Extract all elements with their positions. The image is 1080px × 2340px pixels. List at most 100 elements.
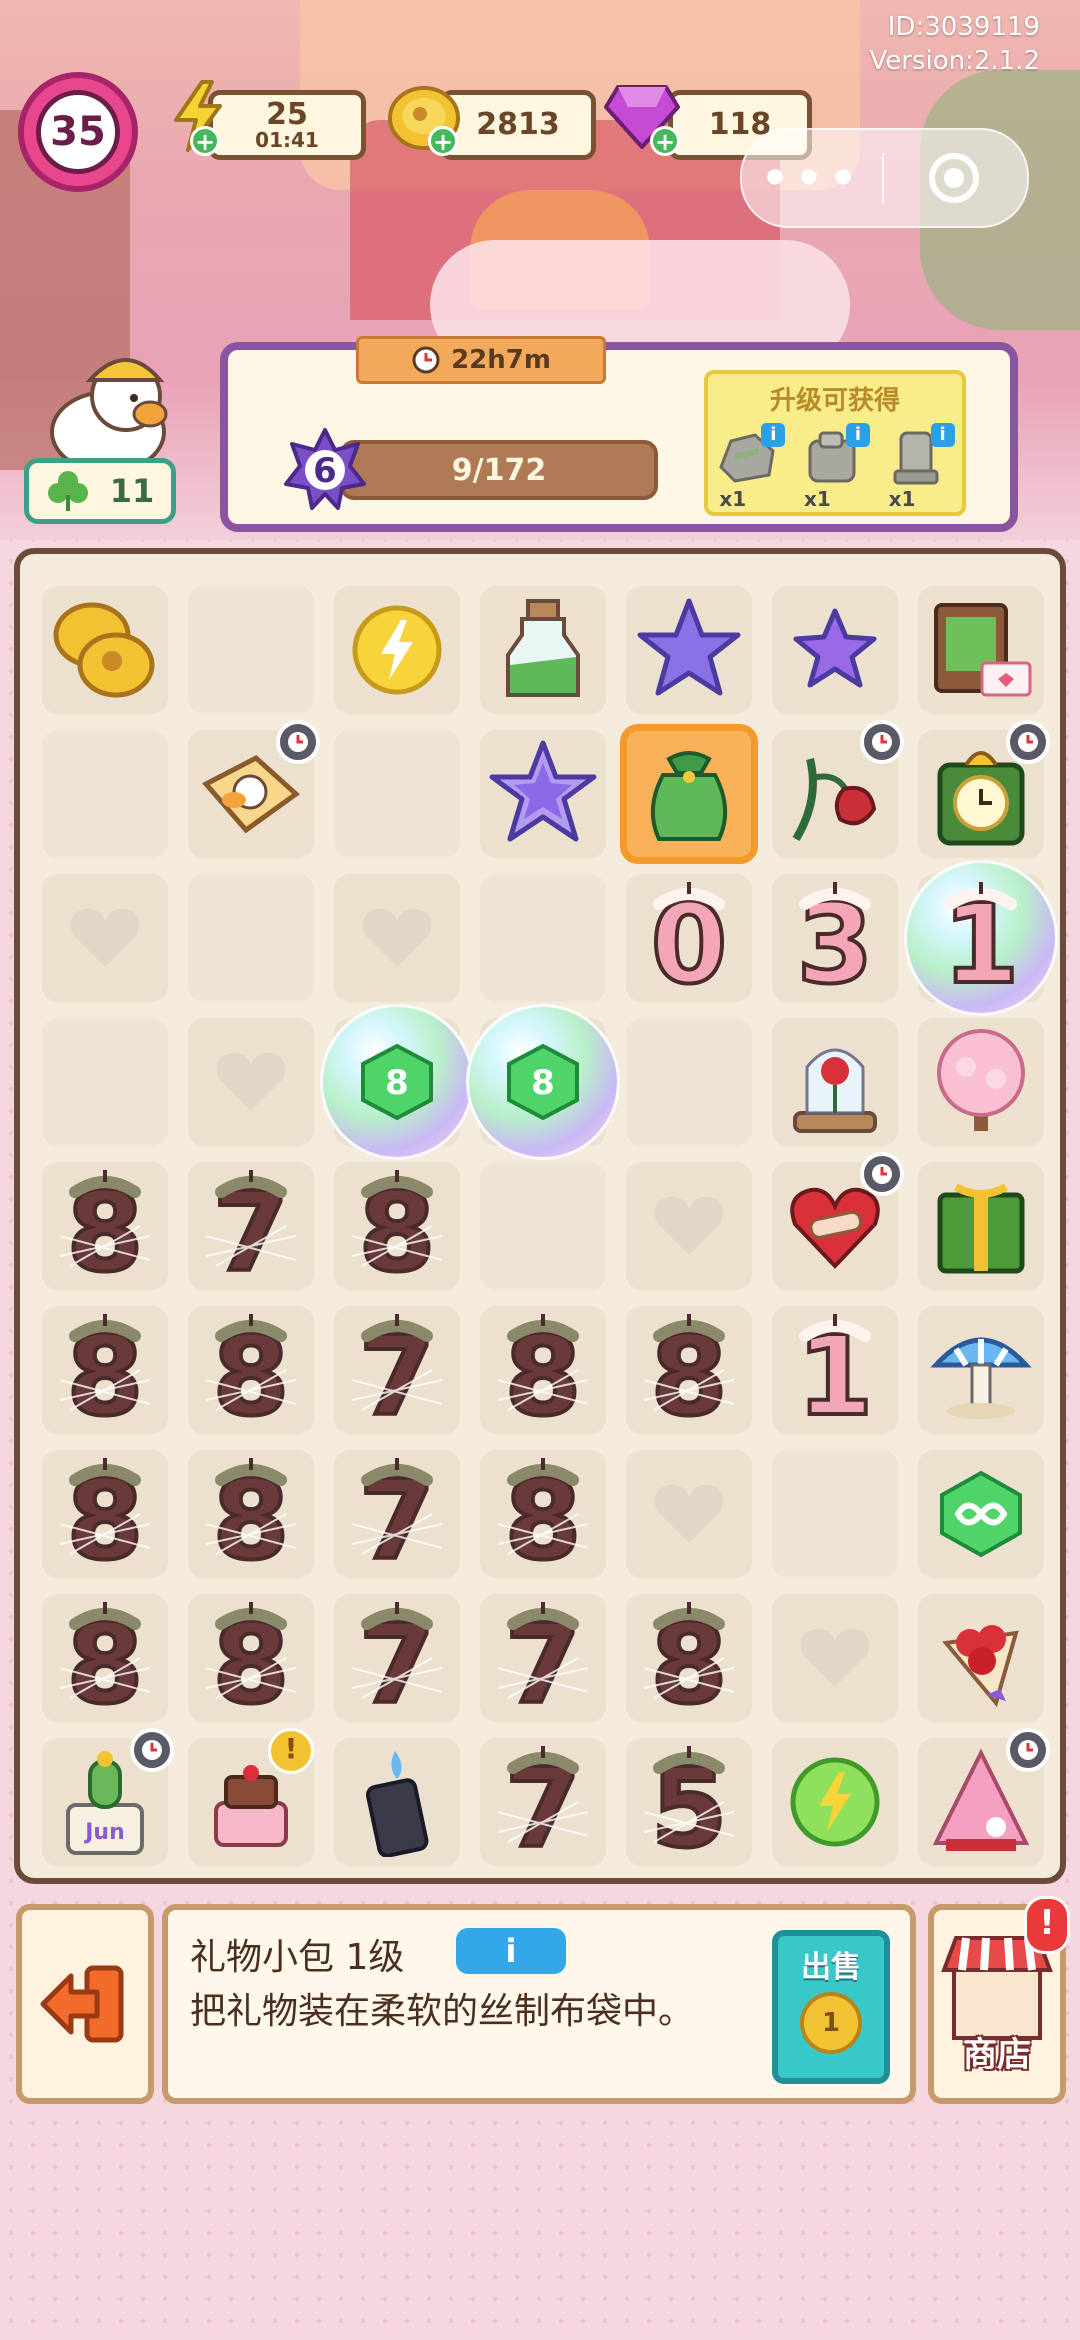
board-item-gem-8-bubble[interactable]: 8 xyxy=(320,1004,474,1160)
board-item-web-candle-7[interactable]: 7 xyxy=(334,1306,460,1434)
board-item-number-candle-3[interactable]: 3 xyxy=(772,874,898,1002)
board-item-heart-slot[interactable] xyxy=(188,1018,314,1146)
board-item-gem-8-bubble[interactable]: 8 xyxy=(466,1004,620,1160)
board-item-web-candle-7[interactable]: 7 xyxy=(334,1450,460,1578)
board-item-web-candle-5[interactable]: 5 xyxy=(626,1738,752,1866)
blue-mushroom-lamp-icon xyxy=(918,1306,1044,1434)
board-item-infinity-gem[interactable] xyxy=(918,1450,1044,1578)
add-energy-button[interactable]: + xyxy=(190,126,220,156)
board-cell-empty[interactable] xyxy=(334,730,460,858)
board-item-web-candle-8[interactable]: 8 xyxy=(42,1162,168,1290)
board-cell-empty[interactable] xyxy=(42,1018,168,1146)
svg-text:8: 8 xyxy=(531,1063,555,1103)
board-item-number-candle-1-bubble[interactable]: 1 xyxy=(904,860,1058,1016)
board-item-blue-mushroom-lamp[interactable] xyxy=(918,1306,1044,1434)
board-item-cactus-pot-timer[interactable]: Jun xyxy=(42,1728,174,1866)
board-item-green-present[interactable] xyxy=(918,1162,1044,1290)
board-item-web-candle-8[interactable]: 8 xyxy=(188,1306,314,1434)
shop-button[interactable]: 商店 ! xyxy=(928,1896,1070,2104)
board-item-web-candle-8[interactable]: 8 xyxy=(188,1594,314,1722)
board-item-web-candle-8[interactable]: 8 xyxy=(480,1306,606,1434)
reward-rubble[interactable]: i x1 xyxy=(800,423,870,511)
board-item-web-candle-8[interactable]: 8 xyxy=(334,1162,460,1290)
board-cell-empty[interactable] xyxy=(188,874,314,1002)
board-item-purple-star-small[interactable] xyxy=(772,586,898,714)
board-item-heart-slot[interactable] xyxy=(626,1162,752,1290)
board-item-wilted-rose-timer[interactable] xyxy=(772,720,904,858)
add-gems-button[interactable]: + xyxy=(650,126,680,156)
board-item-rose-dome[interactable] xyxy=(772,1018,898,1146)
board-item-birthday-cake-alert[interactable]: ! xyxy=(188,1728,314,1866)
board-item-potion-bottle[interactable] xyxy=(480,586,606,714)
reward-info-icon[interactable]: i xyxy=(761,423,786,447)
board-cell-empty[interactable] xyxy=(626,1018,752,1146)
blossom-tree-icon xyxy=(918,1018,1044,1146)
board-item-coin-stack[interactable] xyxy=(42,586,168,714)
upgrade-rewards: 升级可获得 i x1 i x1 i x1 xyxy=(704,370,966,516)
board-item-rose-bouquet[interactable] xyxy=(918,1594,1044,1722)
board-item-number-candle-0[interactable]: 0 xyxy=(626,874,752,1002)
board-item-green-clock-timer[interactable] xyxy=(918,720,1050,858)
sell-button[interactable]: 出售 1 xyxy=(772,1930,890,2084)
duck-worker[interactable] xyxy=(30,340,180,474)
board-item-web-candle-8[interactable]: 8 xyxy=(42,1594,168,1722)
item-info-button[interactable]: i xyxy=(456,1928,566,1974)
more-menu-button[interactable]: ••• xyxy=(742,153,882,204)
add-coins-button[interactable]: + xyxy=(428,126,458,156)
player-level-badge[interactable]: 35 xyxy=(18,72,138,192)
reward-stone-pillar[interactable]: i x1 xyxy=(885,423,955,511)
web-candle-7-icon: 7 xyxy=(480,1594,606,1722)
board-item-number-candle-1[interactable]: 1 xyxy=(772,1306,898,1434)
board-item-energy-orb-green[interactable] xyxy=(772,1738,898,1866)
board-item-heart-slot[interactable] xyxy=(772,1594,898,1722)
quest-timer-text: 22h7m xyxy=(451,345,551,375)
board-item-purple-star-outline[interactable] xyxy=(480,730,606,858)
timer-badge xyxy=(860,1152,904,1196)
reward-info-icon[interactable]: i xyxy=(845,423,870,447)
gift-box-card-icon xyxy=(918,586,1044,714)
reward-rock[interactable]: i x1 xyxy=(715,423,786,511)
board-cell-empty[interactable] xyxy=(772,1450,898,1578)
merge-board: 0 3 1 8 8 8 7 8 8 8 7 8 8 1 8 8 7 8 8 8 7 7 8 Jun! 7 5 xyxy=(14,548,1066,1884)
exit-button[interactable] xyxy=(16,1904,154,2104)
board-item-web-candle-7[interactable]: 7 xyxy=(480,1594,606,1722)
board-item-web-candle-7[interactable]: 7 xyxy=(480,1738,606,1866)
exit-icon xyxy=(40,1965,124,2043)
board-item-web-candle-7[interactable]: 7 xyxy=(188,1162,314,1290)
board-item-heart-slot[interactable] xyxy=(42,874,168,1002)
board-item-web-candle-8[interactable]: 8 xyxy=(626,1306,752,1434)
board-cell-empty[interactable] xyxy=(480,874,606,1002)
board-item-pink-tree-timer[interactable] xyxy=(918,1728,1050,1866)
timer-badge xyxy=(1006,1728,1050,1772)
coin-stack-icon xyxy=(42,586,168,714)
item-name: 礼物小包 1级 xyxy=(190,1937,405,1978)
web-candle-8-icon: 8 xyxy=(42,1162,168,1290)
board-item-web-candle-7[interactable]: 7 xyxy=(334,1594,460,1722)
board-item-energy-orb[interactable] xyxy=(334,586,460,714)
board-item-toast-duck-timer[interactable] xyxy=(188,720,320,858)
board-item-web-candle-8[interactable]: 8 xyxy=(42,1306,168,1434)
reward-info-icon[interactable]: i xyxy=(930,423,955,447)
board-item-web-candle-8[interactable]: 8 xyxy=(42,1450,168,1578)
board-item-gift-box-card[interactable] xyxy=(918,586,1044,714)
board-cell-empty[interactable] xyxy=(480,1162,606,1290)
potion-bottle-icon xyxy=(480,586,606,714)
board-cell-empty[interactable] xyxy=(188,586,314,714)
close-target-button[interactable] xyxy=(884,150,1024,206)
web-candle-8-icon: 8 xyxy=(188,1594,314,1722)
clover-counter[interactable]: 11 xyxy=(24,458,176,524)
coin-counter[interactable]: 2813 xyxy=(440,90,596,160)
board-item-lighter-canister[interactable] xyxy=(334,1738,460,1866)
board-item-web-candle-8[interactable]: 8 xyxy=(626,1594,752,1722)
board-item-heart-slot[interactable] xyxy=(334,874,460,1002)
board-item-web-candle-8[interactable]: 8 xyxy=(480,1450,606,1578)
board-item-bandage-heart-timer[interactable] xyxy=(772,1152,904,1290)
board-item-web-candle-8[interactable]: 8 xyxy=(188,1450,314,1578)
board-cell-empty[interactable] xyxy=(42,730,168,858)
web-candle-7-icon: 7 xyxy=(188,1162,314,1290)
board-item-blossom-tree[interactable] xyxy=(918,1018,1044,1146)
board-item-green-gift-bag[interactable] xyxy=(626,730,752,858)
board-item-purple-star-large[interactable] xyxy=(626,586,752,714)
quest-timer: 22h7m xyxy=(356,336,606,384)
board-item-heart-slot[interactable] xyxy=(626,1450,752,1578)
